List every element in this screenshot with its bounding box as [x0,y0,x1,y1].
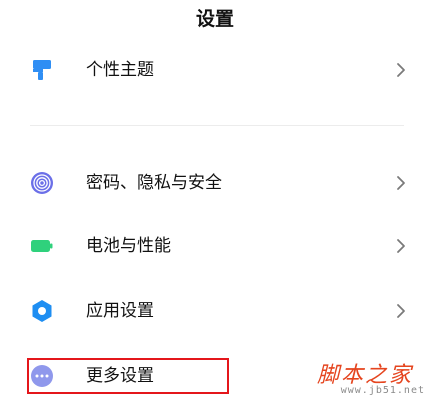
settings-item-apps[interactable]: 应用设置 [0,285,430,337]
chevron-right-icon [397,304,405,318]
battery-icon [31,240,53,252]
section-divider [30,125,404,126]
settings-item-label: 密码、隐私与安全 [86,173,222,193]
settings-item-label: 应用设置 [86,301,154,321]
gear-icon [32,300,52,322]
settings-item-battery[interactable]: 电池与性能 [0,220,430,272]
watermark: 脚本之家 www.jb51.net [305,357,425,403]
settings-item-theme[interactable]: 个性主题 [0,44,430,96]
watermark-url: www.jb51.net [340,385,425,396]
highlight-box [27,358,229,394]
fingerprint-icon [31,172,53,194]
settings-item-label: 个性主题 [86,60,154,80]
chevron-right-icon [397,176,405,190]
brush-icon [33,60,51,80]
page-title: 设置 [195,8,234,30]
chevron-right-icon [397,63,405,77]
settings-item-label: 电池与性能 [86,236,171,256]
chevron-right-icon [397,239,405,253]
settings-item-privacy[interactable]: 密码、隐私与安全 [0,157,430,209]
